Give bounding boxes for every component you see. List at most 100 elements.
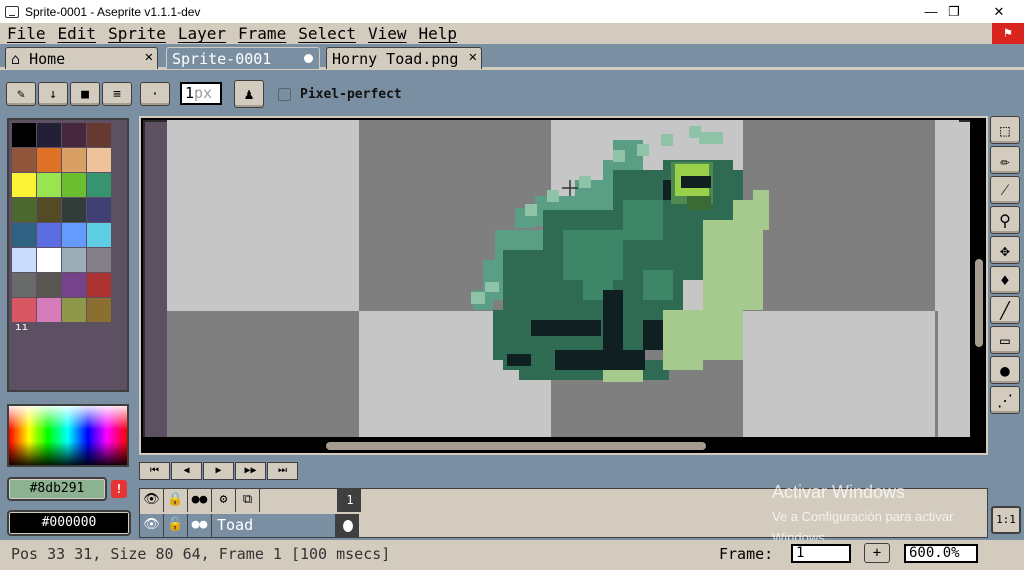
marquee-icon[interactable]: ⬚ — [990, 116, 1020, 144]
foreground-color-button[interactable]: #8db291 — [7, 477, 107, 501]
palette-swatch[interactable] — [37, 273, 61, 297]
palette-swatch[interactable] — [37, 223, 61, 247]
notifications-flag-icon[interactable]: ⚑ — [992, 23, 1024, 44]
continuous-header-icon[interactable]: ●● — [188, 489, 212, 512]
palette-swatch[interactable] — [12, 273, 36, 297]
blur-icon[interactable]: ⋰ — [990, 386, 1020, 414]
layer-lock-icon[interactable]: 🔓 — [164, 514, 188, 537]
pixel-perfect-checkbox[interactable] — [278, 88, 291, 101]
palette-swatch[interactable] — [87, 173, 111, 197]
tab-home[interactable]: ⌂ Home ✕ — [5, 47, 158, 69]
palette-swatch[interactable] — [62, 123, 86, 147]
sprite-editor[interactable] — [139, 116, 988, 455]
menu-file[interactable]: File — [0, 24, 51, 43]
palette-swatch[interactable] — [87, 298, 111, 322]
zoom-icon[interactable]: ⚲ — [990, 206, 1020, 234]
layer-row-toad[interactable]: 👁 🔓 ●● Toad — [140, 514, 359, 537]
palette-swatch[interactable] — [62, 273, 86, 297]
previous-frame-button[interactable]: ◀ — [171, 462, 202, 480]
palette-swatch[interactable] — [62, 148, 86, 172]
menu-sprite[interactable]: Sprite — [101, 24, 171, 43]
palette-swatch[interactable] — [37, 248, 61, 272]
ink-type-icon[interactable]: ♟ — [234, 80, 264, 108]
menu-edit[interactable]: Edit — [51, 24, 102, 43]
background-color-button[interactable]: #000000 — [7, 510, 131, 536]
zoom-input[interactable]: 600.0% — [904, 544, 978, 563]
frame-input[interactable]: 1 — [791, 544, 851, 563]
palette-swatch[interactable] — [62, 198, 86, 222]
paint-bucket-icon[interactable]: ♦ — [990, 266, 1020, 294]
maximize-button[interactable]: ❐ — [931, 0, 977, 23]
layer-name[interactable]: Toad — [212, 514, 337, 537]
palette-swatch[interactable] — [37, 123, 61, 147]
palette-swatch[interactable] — [62, 248, 86, 272]
palette-swatch[interactable] — [87, 273, 111, 297]
play-button[interactable]: ▶ — [203, 462, 234, 480]
menu-view[interactable]: View — [361, 24, 412, 43]
new-frame-button[interactable]: + — [864, 543, 890, 563]
palette-swatch[interactable] — [12, 298, 36, 322]
palette-swatch[interactable] — [87, 148, 111, 172]
menu-layer[interactable]: Layer — [171, 24, 231, 43]
brush-lines-icon[interactable]: ≡ — [102, 82, 132, 106]
palette-swatch[interactable] — [12, 173, 36, 197]
palette-swatch[interactable] — [12, 198, 36, 222]
palette-swatch[interactable] — [12, 148, 36, 172]
line-icon[interactable]: ╱ — [990, 296, 1020, 324]
editor-left-margin — [145, 122, 167, 437]
vertical-scrollbar[interactable] — [975, 259, 983, 347]
onion-skin-icon[interactable]: ⧉ — [236, 489, 260, 512]
layer-visibility-icon[interactable]: 👁 — [140, 514, 164, 537]
canvas-area[interactable] — [143, 120, 970, 437]
palette-swatch[interactable] — [87, 198, 111, 222]
pencil-icon[interactable]: ✏ — [990, 146, 1020, 174]
palette-swatch[interactable] — [62, 298, 86, 322]
settings-gear-icon[interactable]: ⚙ — [212, 489, 236, 512]
first-frame-button[interactable]: ⏮ — [139, 462, 170, 480]
one-to-one-button[interactable]: 1:1 — [991, 506, 1021, 534]
color-warning-icon[interactable]: ! — [111, 480, 127, 498]
aseprite-app-icon — [5, 5, 19, 18]
brush-square-icon[interactable]: ■ — [70, 82, 100, 106]
palette-swatch[interactable] — [62, 223, 86, 247]
palette-resize-handle[interactable]: ıı — [15, 320, 28, 333]
tab-sprite-0001[interactable]: Sprite-0001 — [166, 47, 320, 69]
tab-horny-toad-label: Horny Toad.png — [332, 49, 459, 68]
frame-cel[interactable] — [337, 514, 359, 537]
tab-home-close-icon[interactable]: ✕ — [145, 49, 153, 65]
palette-swatch[interactable] — [12, 248, 36, 272]
tab-horny-toad-close-icon[interactable]: ✕ — [469, 49, 477, 65]
next-frame-button[interactable]: ▶▶ — [235, 462, 266, 480]
palette-swatch[interactable] — [37, 148, 61, 172]
palette-swatch[interactable] — [37, 198, 61, 222]
frame-number-1[interactable]: 1 — [339, 489, 361, 512]
cel-dot-icon — [343, 519, 353, 532]
palette-swatch[interactable] — [87, 223, 111, 247]
tab-horny-toad[interactable]: Horny Toad.png ✕ — [326, 47, 482, 69]
rectangle-icon[interactable]: ▭ — [990, 326, 1020, 354]
palette-swatch[interactable] — [87, 123, 111, 147]
visibility-header-icon[interactable]: 👁 — [140, 489, 164, 512]
close-window-button[interactable]: ✕ — [976, 0, 1022, 23]
palette-swatch[interactable] — [12, 223, 36, 247]
horizontal-scrollbar[interactable] — [326, 442, 706, 450]
menu-frame[interactable]: Frame — [231, 24, 291, 43]
eraser-mode-icon[interactable]: ✎ — [6, 82, 36, 106]
menu-select[interactable]: Select — [291, 24, 361, 43]
layer-continuous-icon[interactable]: ●● — [188, 514, 212, 537]
palette-swatch[interactable] — [62, 173, 86, 197]
palette-swatch[interactable] — [87, 248, 111, 272]
ellipse-icon[interactable]: ● — [990, 356, 1020, 384]
lock-header-icon[interactable]: 🔒 — [164, 489, 188, 512]
brush-size-input[interactable]: 1px — [180, 82, 222, 105]
palette-swatch[interactable] — [37, 173, 61, 197]
palette-swatch[interactable] — [37, 298, 61, 322]
menu-help[interactable]: Help — [412, 24, 463, 43]
color-spectrum[interactable] — [7, 404, 129, 467]
palette-swatch[interactable] — [12, 123, 36, 147]
brush-dot-icon[interactable]: · — [140, 82, 170, 106]
move-icon[interactable]: ✥ — [990, 236, 1020, 264]
last-frame-button[interactable]: ⏭ — [267, 462, 298, 480]
eyedropper-icon[interactable]: ⁄ — [990, 176, 1020, 204]
brush-down-icon[interactable]: ↓ — [38, 82, 68, 106]
